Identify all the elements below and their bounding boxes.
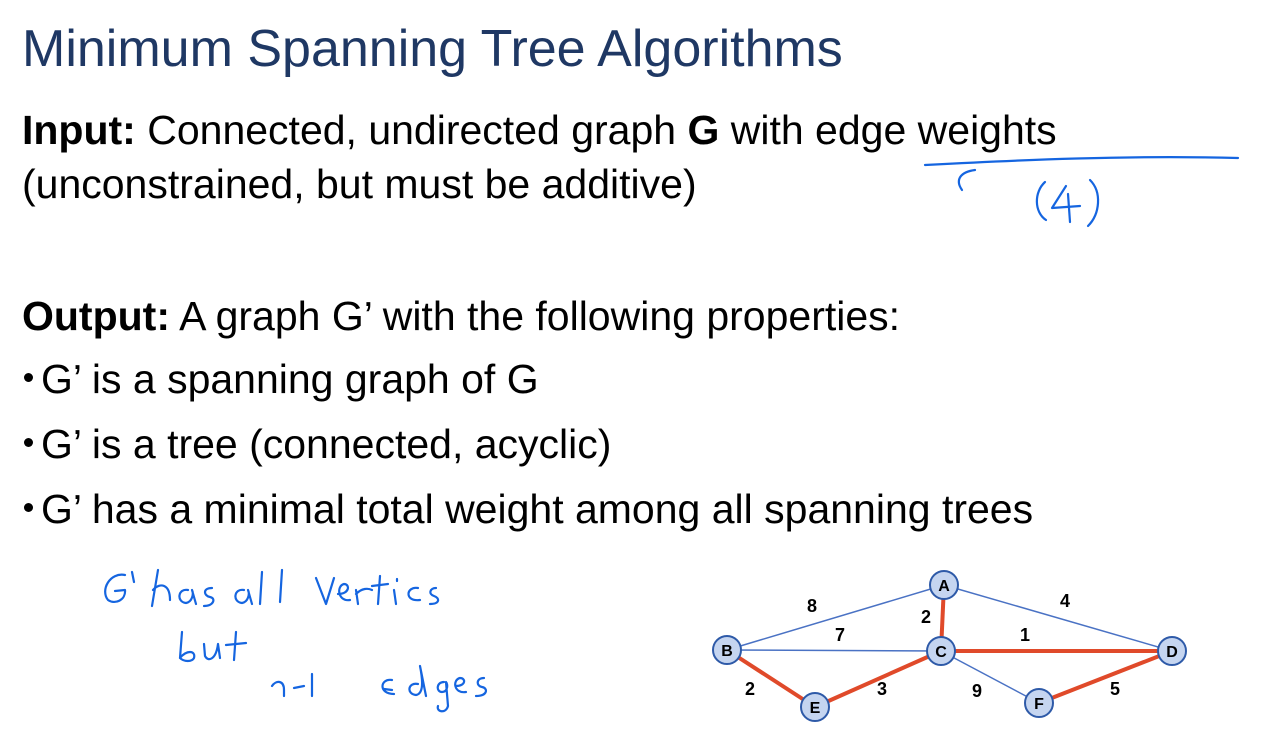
- input-line-2: (unconstrained, but must be additive): [22, 161, 697, 207]
- weight-label: 3: [877, 679, 887, 699]
- graph-diagram: 8 2 4 7 1 2 3 9 5 A B C D E F: [712, 570, 1187, 722]
- node-label: C: [935, 644, 947, 661]
- weight-label: 4: [1060, 591, 1070, 611]
- bullet-dot-icon: [24, 438, 33, 448]
- node-label: B: [721, 643, 733, 660]
- edge-c-f: [940, 650, 1040, 704]
- bullet-item-1: G’ is a spanning graph of G: [22, 355, 539, 404]
- node-label: D: [1166, 644, 1178, 661]
- bullet-item-2: G’ is a tree (connected, acyclic): [22, 420, 611, 469]
- node-d: D: [1157, 636, 1187, 666]
- output-text: A graph G’ with the following properties…: [169, 293, 901, 339]
- output-line: Output: A graph G’ with the following pr…: [22, 292, 900, 341]
- weight-label: 1: [1020, 625, 1030, 645]
- weight-label: 2: [921, 607, 931, 627]
- weight-label: 2: [745, 679, 755, 699]
- input-text-before: Connected, undirected graph: [135, 107, 688, 153]
- graph-symbol: G: [687, 107, 720, 153]
- ink-handwriting-line-3: [270, 664, 487, 713]
- input-text-after: with edge weights: [719, 107, 1057, 153]
- edge-a-d: [943, 584, 1173, 652]
- ink-handwriting-line-2: [178, 630, 248, 663]
- node-label: F: [1034, 696, 1044, 713]
- node-c: C: [926, 636, 956, 666]
- ink-close-paren-stroke: [1086, 178, 1100, 228]
- slide-title: Minimum Spanning Tree Algorithms: [22, 20, 843, 78]
- bullet-dot-icon: [24, 503, 33, 513]
- ink-four-stroke: [1050, 184, 1082, 224]
- ink-underline-stroke: [923, 155, 1240, 167]
- weight-label: 7: [835, 625, 845, 645]
- node-a: A: [929, 570, 959, 600]
- bullet-item-3: G’ has a minimal total weight among all …: [22, 485, 1033, 534]
- node-f: F: [1024, 688, 1054, 718]
- weight-label: 8: [807, 596, 817, 616]
- ink-handwriting-line-1: [104, 568, 440, 608]
- weight-label: 5: [1110, 679, 1120, 699]
- bullet-text: G’ is a spanning graph of G: [41, 356, 539, 402]
- node-label: A: [938, 578, 950, 595]
- input-label: Input:: [22, 107, 136, 153]
- bullet-text: G’ is a tree (connected, acyclic): [41, 421, 612, 467]
- bullet-dot-icon: [24, 373, 33, 383]
- ink-hook-stroke: [957, 168, 977, 192]
- edge-b-c: [726, 649, 942, 652]
- ink-open-paren-stroke: [1035, 180, 1048, 222]
- edge-b-e: [725, 648, 817, 709]
- input-line: Input: Connected, undirected graph G wit…: [22, 106, 1057, 155]
- node-label: E: [810, 700, 821, 717]
- weight-label: 9: [972, 681, 982, 701]
- node-e: E: [800, 692, 830, 722]
- edge-f-d: [1038, 649, 1173, 705]
- node-b: B: [712, 635, 742, 665]
- bullet-text: G’ has a minimal total weight among all …: [41, 486, 1034, 532]
- output-label: Output:: [22, 293, 170, 339]
